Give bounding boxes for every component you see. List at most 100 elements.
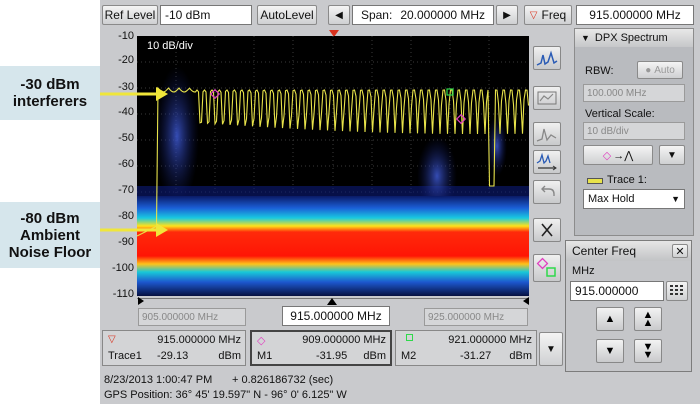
- ref-level-input[interactable]: -10 dBm: [160, 5, 252, 25]
- center-freq-title: Center Freq: [572, 244, 637, 258]
- rbw-label: RBW:: [585, 65, 614, 77]
- triangle-down-red-icon: ▽: [529, 9, 538, 21]
- keypad-button[interactable]: [666, 281, 688, 301]
- undo-icon[interactable]: [533, 180, 561, 204]
- callout-arrows: [100, 87, 168, 237]
- y-tick-label: -110: [112, 288, 134, 300]
- x-left-limit-icon: [138, 297, 144, 305]
- arrow-peak-icon: →⋀: [613, 149, 634, 162]
- x-right-limit-icon: [523, 297, 529, 305]
- y-tick-label: -20: [118, 54, 134, 66]
- m1-value: -31.95: [316, 350, 348, 362]
- trace1-unit: dBm: [218, 350, 241, 362]
- center-freq-close-button[interactable]: ✕: [672, 244, 688, 258]
- freq-label: Freq: [541, 8, 567, 22]
- trace-mode-select[interactable]: Max Hold ▼: [583, 189, 685, 209]
- double-up-icon: ▲ ▲: [642, 309, 654, 329]
- span-label: Span:: [360, 8, 393, 22]
- triangle-down-icon: ▼: [604, 345, 616, 357]
- chevron-down-icon: ▼: [667, 149, 677, 161]
- trace1-marker-icon: ▽: [108, 334, 116, 345]
- vertical-scale-label: Vertical Scale:: [585, 108, 655, 120]
- center-freq-input[interactable]: 915.000000: [570, 281, 664, 301]
- markers-dropdown-button[interactable]: ▼: [539, 332, 563, 366]
- span-zoom-icon[interactable]: [533, 150, 561, 174]
- callout-interferers-line1: -30 dBm: [20, 76, 80, 93]
- m1-readout[interactable]: ◇ 909.000000 MHz M1 -31.95 dBm: [250, 330, 392, 366]
- callout-noise-line2: Ambient: [20, 226, 80, 244]
- step-down-button[interactable]: ▼: [596, 339, 624, 363]
- auto-scale-icon[interactable]: [533, 86, 561, 110]
- step-up-button[interactable]: ▲: [596, 307, 624, 331]
- freq-input[interactable]: 915.000000 MHz: [576, 5, 694, 25]
- span-increase-button[interactable]: ▶: [496, 5, 518, 25]
- marker-reference-icon: [455, 113, 467, 125]
- dpx-settings-panel: ▼ DPX Spectrum RBW: ● Auto 100.000 MHz V…: [574, 28, 694, 236]
- spectrum-view-icon[interactable]: [533, 46, 561, 70]
- peak-search-icon[interactable]: [533, 122, 561, 146]
- chevron-down-icon: ▼: [546, 343, 556, 355]
- x-start-field: 905.000000 MHz: [138, 308, 246, 326]
- center-freq-dialog: Center Freq ✕ MHz 915.000000 ▲ ▲ ▲ ▼ ▼ ▼: [565, 240, 692, 372]
- trace1-readout[interactable]: ▽ 915.000000 MHz Trace1 -29.13 dBm: [102, 330, 246, 366]
- dpx-spectrum-plot[interactable]: 10 dB/div: [137, 36, 529, 296]
- marker-peak-icon: ◇: [602, 149, 612, 162]
- y-tick-label: -10: [118, 30, 134, 42]
- triangle-right-icon: ▶: [503, 9, 511, 21]
- center-freq-unit: MHz: [572, 265, 595, 277]
- y-tick-label: -100: [111, 262, 134, 274]
- fast-down-button[interactable]: ▼ ▼: [634, 339, 662, 363]
- rbw-auto-label: Auto: [654, 64, 675, 76]
- m1-unit: dBm: [363, 350, 386, 362]
- chevron-down-icon: ▼: [581, 33, 590, 43]
- span-field[interactable]: Span: 20.000000 MHz: [352, 5, 494, 25]
- fast-up-button[interactable]: ▲ ▲: [634, 307, 662, 331]
- triangle-up-icon: ▲: [604, 313, 616, 325]
- close-icon[interactable]: [533, 218, 561, 242]
- callout-noise-line3: Noise Floor: [8, 243, 92, 261]
- status-elapsed: + 0.826186732 (sec): [232, 374, 334, 386]
- double-down-icon: ▼ ▼: [642, 341, 654, 361]
- m2-unit: dBm: [509, 350, 532, 362]
- panel-title: DPX Spectrum: [594, 32, 668, 44]
- callout-interferers: -30 dBm interferers: [0, 66, 100, 120]
- trace1-value: -29.13: [157, 350, 189, 362]
- rbw-auto-button[interactable]: ● Auto: [637, 61, 683, 79]
- trace-label: Trace 1:: [607, 174, 647, 186]
- triangle-left-icon: ◀: [335, 9, 343, 21]
- status-datetime: 8/23/2013 1:00:47 PM: [104, 374, 213, 386]
- freq-button[interactable]: ▽ Freq: [524, 5, 572, 25]
- scale-label: 10 dB/div: [147, 40, 193, 52]
- marker-dropdown-button[interactable]: ▼: [659, 145, 685, 165]
- callout-noise-floor: -80 dBm Ambient Noise Floor: [0, 202, 100, 268]
- m2-marker-icon: [406, 334, 413, 341]
- trace1-name: Trace1: [108, 350, 142, 362]
- m2-readout[interactable]: 921.000000 MHz M2 -31.27 dBm: [395, 330, 537, 366]
- panel-title-bar[interactable]: ▼ DPX Spectrum: [575, 29, 693, 47]
- spectrum-graphic: [137, 36, 529, 296]
- vertical-scale-input[interactable]: 10 dB/div: [583, 122, 685, 140]
- m2-freq: 921.000000 MHz: [448, 334, 532, 346]
- chevron-down-icon: ▼: [671, 194, 680, 204]
- rbw-input[interactable]: 100.000 MHz: [583, 84, 685, 102]
- trace1-freq: 915.000000 MHz: [157, 334, 241, 346]
- span-value: 20.000000 MHz: [400, 8, 486, 22]
- m1-freq: 909.000000 MHz: [302, 334, 386, 346]
- marker-to-peak-button[interactable]: ◇ →⋀: [583, 145, 653, 165]
- callout-interferers-line2: interferers: [12, 93, 88, 110]
- status-gps: GPS Position: 36° 45' 19.597" N - 96° 0'…: [104, 389, 347, 401]
- x-center-field[interactable]: 915.000000 MHz: [282, 306, 390, 326]
- autolevel-button[interactable]: AutoLevel: [257, 5, 317, 25]
- x-stop-field: 925.000000 MHz: [424, 308, 528, 326]
- m2-value: -31.27: [460, 350, 492, 362]
- trace-mode-value: Max Hold: [588, 193, 635, 205]
- close-icon: ✕: [675, 245, 685, 258]
- ref-level-button[interactable]: Ref Level: [102, 5, 158, 25]
- m1-marker-icon: ◇: [257, 335, 266, 347]
- trace-color-swatch: [587, 178, 603, 184]
- span-decrease-button[interactable]: ◀: [328, 5, 350, 25]
- m1-name: M1: [257, 350, 273, 362]
- m2-name: M2: [401, 350, 417, 362]
- marker-pair-icon[interactable]: [533, 254, 561, 282]
- x-center-marker-icon: [327, 298, 337, 305]
